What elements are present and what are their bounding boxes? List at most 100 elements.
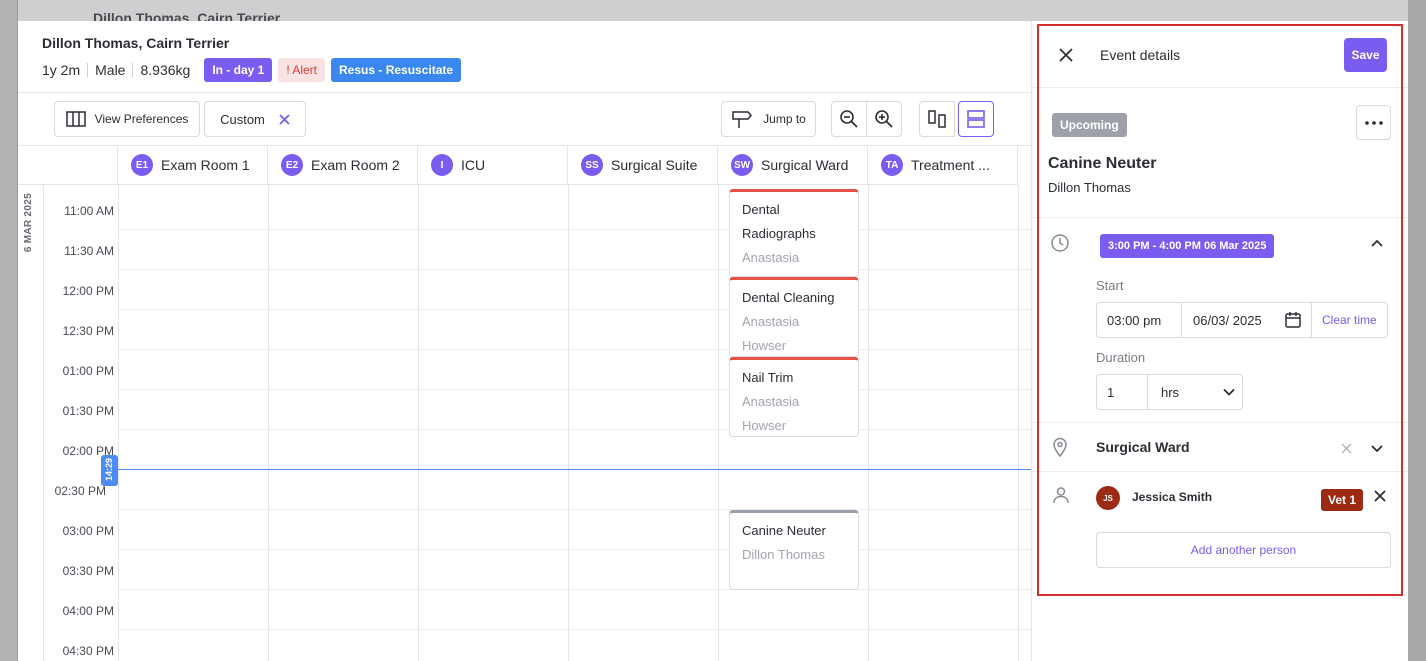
zoom-out-button[interactable] [831, 101, 867, 137]
duration-input[interactable]: 1 [1096, 374, 1148, 410]
event-dental-cleaning[interactable]: Dental Cleaning Anastasia Howser [729, 277, 859, 357]
event-title: Nail Trim [742, 370, 794, 385]
columns-icon [65, 111, 86, 127]
calendar-toolbar: View Preferences Custom Jump to [18, 93, 1031, 146]
person-icon [1053, 487, 1069, 504]
time-label: 04:30 PM [62, 644, 114, 658]
background-header: Dillon Thomas, Cairn Terrier [18, 0, 1408, 26]
remove-person-icon[interactable] [1374, 490, 1386, 502]
calendar-grid: E1 Exam Room 1 E2 Exam Room 2 I ICU SS S… [18, 146, 1031, 661]
event-person: Howser [742, 418, 787, 433]
time-label: 11:30 AM [64, 244, 114, 258]
time-column-header [18, 146, 118, 185]
close-icon[interactable] [279, 113, 290, 125]
resource-avatar: E1 [131, 154, 153, 176]
start-label: Start [1096, 278, 1124, 293]
patient-header: Dillon Thomas, Cairn Terrier 1y 2m Male … [18, 21, 1031, 93]
date-label: 6 MAR 2025 [23, 193, 34, 253]
row-line [118, 349, 1031, 350]
row-line [118, 629, 1031, 630]
event-title: Dental [742, 202, 780, 217]
resource-name: Treatment ... [911, 157, 990, 173]
row-view-button[interactable] [958, 101, 994, 137]
event-canine-neuter[interactable]: Canine Neuter Dillon Thomas [729, 510, 859, 590]
view-preferences-label: View Preferences [94, 112, 189, 126]
view-preferences-button[interactable]: View Preferences [54, 101, 200, 137]
row-line [118, 389, 1031, 390]
resource-avatar: TA [881, 154, 903, 176]
location-pin-icon [1053, 437, 1067, 457]
duration-unit-value: hrs [1161, 384, 1180, 400]
divider [132, 63, 134, 77]
zoom-out-icon [840, 110, 858, 128]
patient-weight: 8.936kg [140, 62, 191, 78]
event-person: Anastasia [742, 394, 800, 409]
time-label: 01:00 PM [62, 364, 114, 378]
chevron-up-icon[interactable] [1370, 238, 1384, 248]
start-time-input[interactable]: 03:00 pm [1096, 302, 1182, 338]
column-header-exam-room-2[interactable]: E2 Exam Room 2 [268, 146, 418, 185]
resource-name: Exam Room 1 [161, 157, 250, 173]
person-name: Jessica Smith [1132, 490, 1213, 504]
event-title: Canine Neuter [742, 523, 826, 538]
resource-avatar: SS [581, 154, 603, 176]
status-badge-alert[interactable]: ! Alert [278, 58, 326, 82]
add-person-button[interactable]: Add another person [1096, 532, 1391, 568]
column-header-surgical-suite[interactable]: SS Surgical Suite [568, 146, 718, 185]
event-nail-trim[interactable]: Nail Trim Anastasia Howser [729, 357, 859, 437]
resource-name: Surgical Suite [611, 157, 698, 173]
event-dental-radiographs[interactable]: Dental Radiographs Anastasia [729, 189, 859, 277]
duration-value: 1 [1107, 384, 1115, 400]
resource-name: Exam Room 2 [311, 157, 400, 173]
time-range-badge: 3:00 PM - 4:00 PM 06 Mar 2025 [1100, 234, 1275, 258]
event-person: Anastasia [742, 250, 800, 265]
resource-name: ICU [461, 157, 486, 173]
divider [1032, 471, 1408, 472]
zoom-in-button[interactable] [866, 101, 902, 137]
status-badge-inpatient: In - day 1 [204, 58, 273, 82]
start-time-value: 03:00 pm [1107, 312, 1162, 328]
column-header-surgical-ward[interactable]: SW Surgical Ward [718, 146, 868, 185]
custom-filter-chip[interactable]: Custom [204, 101, 306, 137]
row-line [118, 509, 1031, 510]
clear-location-icon[interactable] [1341, 443, 1352, 454]
duration-label: Duration [1096, 350, 1146, 365]
start-date-input[interactable]: 06/03/ 2025 [1181, 302, 1312, 338]
divider [1032, 217, 1408, 218]
divider [87, 63, 89, 77]
calendar-body[interactable]: 6 MAR 2025 11:00 AM 11:30 AM 12:00 PM 12… [18, 185, 1031, 661]
event-details-panel: Event details Save Upcoming Canine Neute… [1031, 21, 1408, 661]
background-sidebar [0, 0, 18, 661]
more-options-button[interactable] [1356, 105, 1391, 140]
column-header-icu[interactable]: I ICU [418, 146, 568, 185]
avatar: JS [1096, 486, 1120, 510]
time-label: 04:00 PM [62, 604, 114, 618]
save-button[interactable]: Save [1344, 38, 1387, 72]
panel-title: Event details [1100, 47, 1181, 63]
time-label: 03:30 PM [62, 564, 114, 578]
patient-name: Dillon Thomas, Cairn Terrier [42, 35, 230, 51]
duration-unit-select[interactable]: hrs [1147, 374, 1243, 410]
column-header-treatment[interactable]: TA Treatment ... [868, 146, 1018, 185]
event-title: Canine Neuter [1048, 155, 1157, 172]
chevron-down-icon [1223, 388, 1235, 396]
status-badge-resus: Resus - Resuscitate [331, 58, 462, 82]
location-value[interactable]: Surgical Ward [1096, 439, 1190, 455]
clear-time-link[interactable]: Clear time [1322, 313, 1377, 327]
resource-avatar: I [431, 154, 453, 176]
event-title: Dental Cleaning [742, 290, 835, 305]
patient-meta: 1y 2m Male 8.936kg In - day 1 ! Alert Re… [42, 58, 462, 82]
signpost-icon [732, 111, 753, 128]
time-label: 01:30 PM [62, 404, 114, 418]
close-icon[interactable] [1056, 45, 1076, 65]
schedule-modal: Dillon Thomas, Cairn Terrier 1y 2m Male … [18, 21, 1408, 661]
time-label: 03:00 PM [62, 524, 114, 538]
chevron-down-icon[interactable] [1370, 444, 1384, 454]
resource-name: Surgical Ward [761, 157, 849, 173]
column-header-exam-room-1[interactable]: E1 Exam Room 1 [118, 146, 268, 185]
column-view-button[interactable] [919, 101, 955, 137]
jump-to-button[interactable]: Jump to [721, 101, 816, 137]
row-line [118, 549, 1031, 550]
role-badge[interactable]: Vet 1 [1321, 489, 1364, 511]
calendar-icon[interactable] [1284, 311, 1302, 329]
